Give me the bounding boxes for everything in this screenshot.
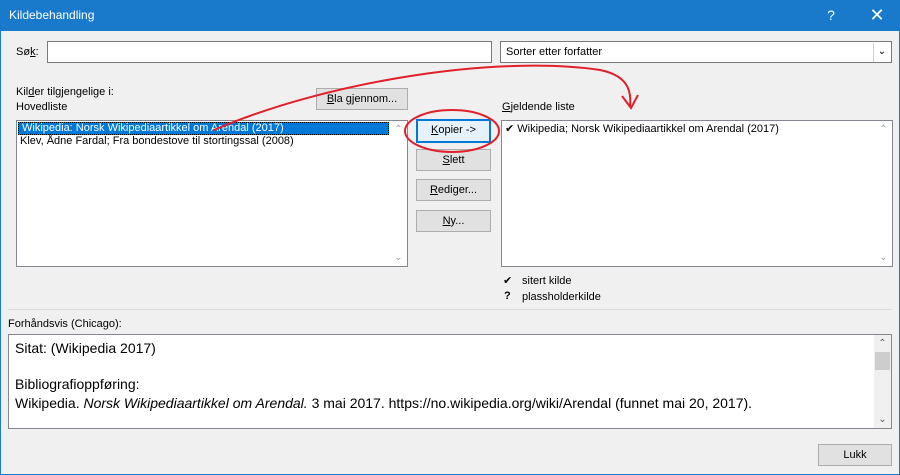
master-list-item[interactable]: Wikipedia: Norsk Wikipediaartikkel om Ar… xyxy=(18,122,389,135)
scroll-down-icon[interactable]: ⌄ xyxy=(875,249,892,266)
window-title: Kildebehandling xyxy=(9,8,95,22)
sort-select-value: Sorter etter forfatter xyxy=(506,46,602,58)
preview-scrollbar[interactable]: ⌃ ⌄ xyxy=(874,335,891,428)
scroll-up-icon[interactable]: ⌃ xyxy=(874,335,891,352)
close-button[interactable]: Lukk xyxy=(818,444,892,466)
preview-label: Forhåndsvis (Chicago): xyxy=(8,318,122,330)
legend-cited-label: sitert kilde xyxy=(522,275,572,287)
master-list[interactable]: Wikipedia: Norsk Wikipediaartikkel om Ar… xyxy=(16,120,408,267)
current-list-item[interactable]: ✔ Wikipedia; Norsk Wikipediaartikkel om … xyxy=(502,123,892,136)
new-button[interactable]: Ny... xyxy=(416,210,491,232)
question-icon: ? xyxy=(504,290,511,302)
citation-text: Sitat: (Wikipedia 2017) xyxy=(15,340,156,356)
check-icon: ✔ xyxy=(503,275,513,287)
delete-button[interactable]: Slett xyxy=(416,149,491,171)
preview-pane: Sitat: (Wikipedia 2017) Bibliografioppfø… xyxy=(8,334,892,429)
close-window-button[interactable]: ✕ xyxy=(854,0,900,31)
scroll-down-icon[interactable]: ⌄ xyxy=(390,249,407,266)
divider xyxy=(8,309,892,310)
bibliography-entry: Wikipedia. Norsk Wikipediaartikkel om Ar… xyxy=(15,395,753,411)
scroll-up-icon[interactable]: ⌃ xyxy=(875,121,892,138)
current-list-label: Gjeldende liste xyxy=(502,101,575,113)
copy-button[interactable]: Kopier -> xyxy=(416,119,491,143)
scroll-up-icon[interactable]: ⌃ xyxy=(390,121,407,138)
master-list-item[interactable]: Klev, Ådne Fardal; Fra bondestove til st… xyxy=(17,135,407,148)
bibliography-heading: Bibliografioppføring: xyxy=(15,376,140,392)
master-list-label: Hovedliste xyxy=(16,101,68,113)
edit-button[interactable]: Rediger... xyxy=(416,179,491,201)
help-button[interactable]: ? xyxy=(808,0,854,31)
master-list-scrollbar[interactable]: ⌃ ⌄ xyxy=(390,121,407,266)
scroll-down-icon[interactable]: ⌄ xyxy=(874,411,891,428)
current-list[interactable]: ✔ Wikipedia; Norsk Wikipediaartikkel om … xyxy=(501,120,893,267)
browse-button[interactable]: Bla gjennom... xyxy=(316,88,408,110)
sources-available-label: Kilder tilgjengelige i: xyxy=(16,86,114,98)
current-list-scrollbar[interactable]: ⌃ ⌄ xyxy=(875,121,892,266)
sort-select[interactable]: Sorter etter forfatter ⌄ xyxy=(500,41,892,63)
scroll-thumb[interactable] xyxy=(875,352,890,370)
check-icon: ✔ xyxy=(505,123,515,135)
legend-placeholder-label: plassholderkilde xyxy=(522,291,601,303)
search-label: Søk: xyxy=(16,46,39,58)
chevron-down-icon[interactable]: ⌄ xyxy=(873,43,890,62)
search-input[interactable] xyxy=(47,41,492,63)
title-bar: Kildebehandling ? ✕ xyxy=(0,0,900,31)
